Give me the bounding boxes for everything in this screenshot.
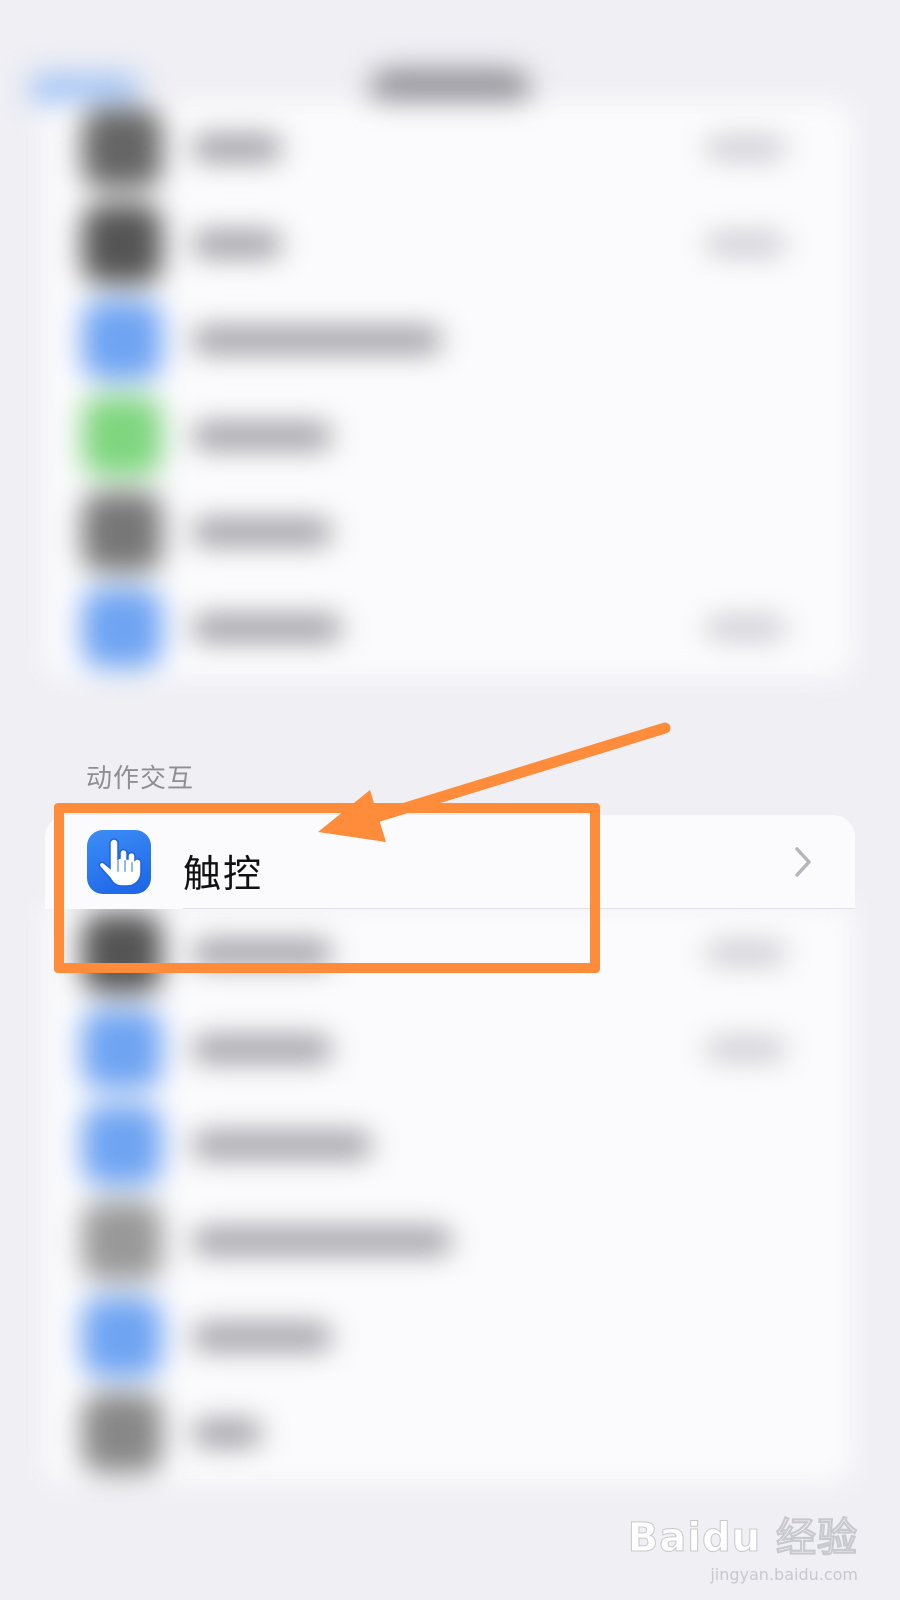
blurred-row: [42, 1193, 856, 1289]
blurred-row: [42, 196, 856, 292]
blurred-back-button: [30, 75, 140, 103]
section-header: 动作交互: [86, 764, 195, 794]
blurred-row: [42, 1385, 856, 1481]
blurred-row: [42, 1097, 856, 1193]
blurred-row: [42, 580, 856, 676]
chevron-right-icon: [795, 847, 811, 877]
watermark-logo: Baidu 经验: [627, 1515, 858, 1562]
blurred-row: [42, 100, 856, 196]
blurred-row: [42, 1001, 856, 1097]
blurred-settings-card-top: [42, 100, 856, 680]
blurred-row: [42, 388, 856, 484]
blurred-settings-card-bottom: [42, 905, 856, 1485]
pointer-arrow: [318, 722, 671, 842]
watermark-url: jingyan.baidu.com: [710, 1565, 858, 1584]
blurred-row: [42, 1289, 856, 1385]
watermark: Baidu 经验 jingyan.baidu.com: [627, 1505, 858, 1585]
blurred-row: [42, 292, 856, 388]
blurred-row: [42, 484, 856, 580]
